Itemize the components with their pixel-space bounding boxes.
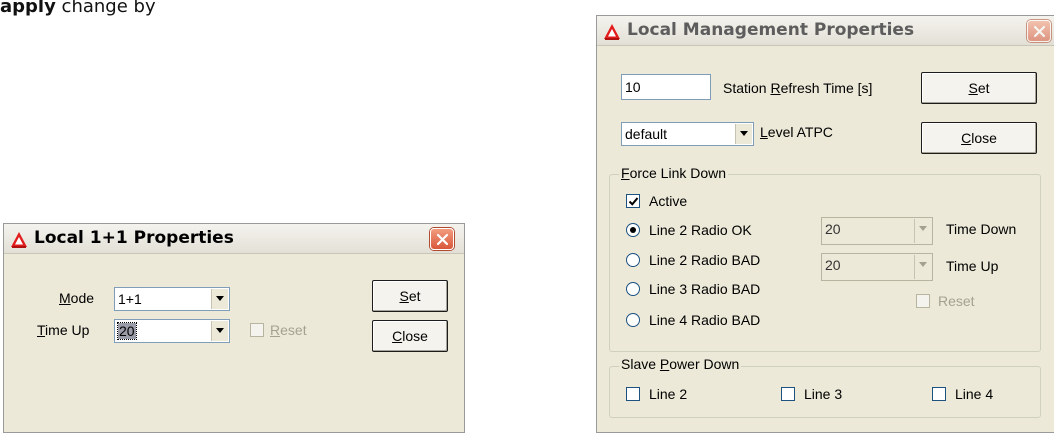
line2-checkbox[interactable] <box>626 387 640 401</box>
radio-line2-radio-bad[interactable] <box>626 253 640 267</box>
line3-label: Line 3 <box>804 386 843 402</box>
active-checkbox[interactable] <box>626 194 640 208</box>
station-refresh-time-input[interactable]: 10 <box>621 74 711 100</box>
close-button[interactable]: Close <box>921 122 1037 154</box>
level-atpc-select[interactable]: default <box>621 122 754 146</box>
radio-line4-radio-bad[interactable] <box>626 313 640 327</box>
time-up-select[interactable]: 20 <box>821 253 933 281</box>
chevron-down-icon <box>216 328 224 333</box>
level-atpc-label: Level ATPC <box>760 124 833 140</box>
set-button[interactable]: Set <box>921 72 1037 104</box>
line4-checkbox[interactable] <box>932 387 946 401</box>
time-down-dropdown-button[interactable] <box>914 219 931 243</box>
line2-radio-ok-label: Line 2 Radio OK <box>649 222 752 238</box>
line4-label: Line 4 <box>955 386 994 402</box>
line2-radio-bad-label: Line 2 Radio BAD <box>649 252 761 268</box>
close-window-button[interactable] <box>1027 20 1051 42</box>
set-button[interactable]: Set <box>372 280 448 312</box>
chevron-down-icon <box>919 262 927 267</box>
time-up-value: 20 <box>825 257 841 273</box>
time-up-dropdown-button[interactable] <box>914 255 931 279</box>
close-window-button[interactable] <box>430 228 454 250</box>
red-triangle-logo-icon <box>604 24 620 40</box>
radio-line3-radio-bad[interactable] <box>626 282 640 296</box>
line2-label: Line 2 <box>649 386 688 402</box>
slave-power-down-legend: Slave Power Down <box>619 356 742 372</box>
mode-label: Mode <box>59 290 95 306</box>
time-up-select[interactable]: 20 <box>114 319 230 343</box>
checkmark-icon <box>628 197 639 206</box>
mode-dropdown-button[interactable] <box>211 289 228 309</box>
page-heading: apply change by <box>0 0 156 17</box>
chevron-down-icon <box>216 296 224 301</box>
time-up-dropdown-button[interactable] <box>211 321 228 341</box>
time-down-select[interactable]: 20 <box>821 217 933 245</box>
active-label: Active <box>649 193 688 209</box>
station-refresh-time-label: Station Refresh Time [s] <box>723 80 873 96</box>
time-up-label: Time Up <box>37 322 90 338</box>
red-triangle-logo-icon <box>11 232 27 248</box>
radio-selected-dot <box>630 227 636 233</box>
radio-line2-radio-ok[interactable] <box>626 223 640 237</box>
line3-radio-bad-label: Line 3 Radio BAD <box>649 281 761 297</box>
page-heading-rest: change by <box>55 0 156 17</box>
time-down-label: Time Down <box>946 221 1017 237</box>
title-bar[interactable]: Local Management Properties <box>597 16 1054 46</box>
reset-checkbox[interactable] <box>916 294 930 308</box>
dialog-title: Local 1+1 Properties <box>34 228 234 248</box>
reset-label: Reset <box>938 293 975 309</box>
time-down-value: 20 <box>825 221 841 237</box>
title-bar[interactable]: Local 1+1 Properties <box>4 224 464 254</box>
mode-value: 1+1 <box>118 291 142 307</box>
time-up-value: 20 <box>117 322 137 340</box>
level-atpc-dropdown-button[interactable] <box>735 124 752 144</box>
chevron-down-icon <box>919 226 927 231</box>
close-button[interactable]: Close <box>372 320 448 352</box>
local-management-dialog: Local Management Properties 10 Station R… <box>596 15 1054 433</box>
close-icon <box>1033 25 1046 38</box>
dialog-title: Local Management Properties <box>627 20 915 40</box>
mode-select[interactable]: 1+1 <box>114 287 230 311</box>
reset-checkbox[interactable] <box>250 323 264 337</box>
close-icon <box>436 233 449 246</box>
line3-checkbox[interactable] <box>781 387 795 401</box>
reset-label: Reset <box>270 322 307 338</box>
local-1plus1-dialog: Local 1+1 Properties Mode 1+1 Time Up 20… <box>3 223 465 433</box>
level-atpc-value: default <box>625 126 668 142</box>
chevron-down-icon <box>740 131 748 136</box>
page-heading-bold: apply <box>0 0 56 17</box>
time-up-label: Time Up <box>946 258 999 274</box>
force-link-down-legend: Force Link Down <box>619 165 729 181</box>
line4-radio-bad-label: Line 4 Radio BAD <box>649 312 761 328</box>
